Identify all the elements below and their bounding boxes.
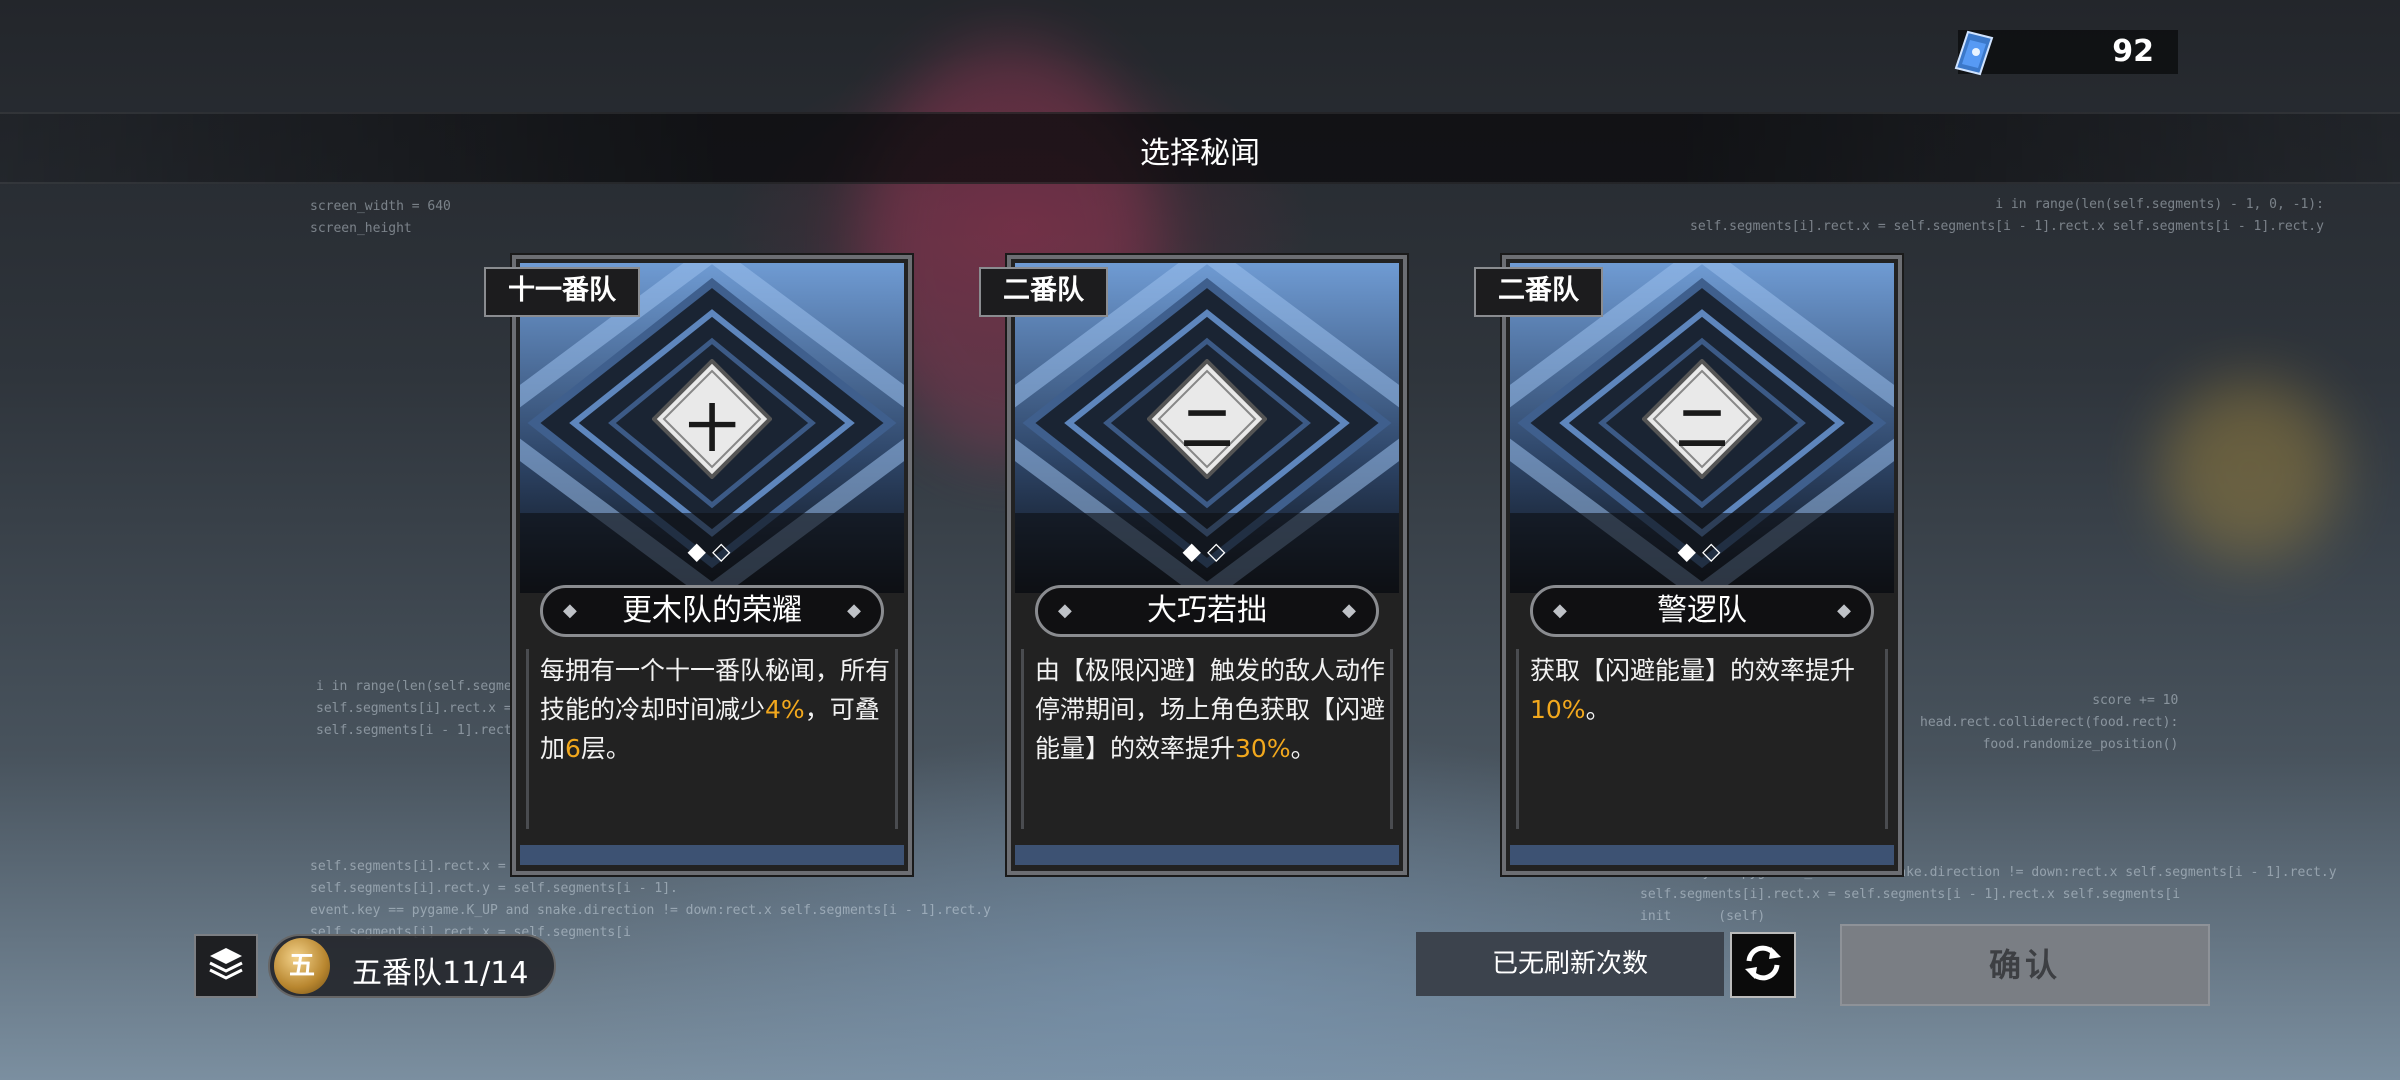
secret-card-1[interactable]: 十 十一番队 ◆◇ ◆ 更木队的荣耀 ◆ 每拥有一个十一番队秘闻，所有技能的冷却… xyxy=(484,255,912,875)
card-pager-dots: ◆◇ xyxy=(1182,537,1232,565)
card-name-text: 大巧若拙 xyxy=(1147,593,1267,628)
card-pager-dots: ◆◇ xyxy=(687,537,737,565)
card-frame-line xyxy=(1516,649,1519,829)
page-title: 选择秘闻 xyxy=(1140,136,1260,171)
diamond-icon: ◆ xyxy=(563,600,577,621)
card-description: 获取【闪避能量】的效率提升10%。 xyxy=(1530,656,1856,724)
card-frame-line xyxy=(1021,649,1024,829)
refresh-icon xyxy=(1741,941,1785,989)
squad-emblem-icon: 十 xyxy=(652,359,772,479)
secret-card-3[interactable]: 二 二番队 ◆◇ ◆ 警逻队 ◆ 获取【闪避能量】的效率提升10%。 xyxy=(1474,255,1902,875)
card-frame-line xyxy=(895,649,898,829)
card-tag: 十一番队 xyxy=(484,267,640,317)
squad-progress-label: 五番队11/14 xyxy=(352,956,529,991)
card-name-text: 更木队的荣耀 xyxy=(622,593,802,628)
background-code-text: screen_width = 640 screen_height xyxy=(310,199,451,236)
squad-badge-icon: 五 xyxy=(274,938,330,994)
layers-icon xyxy=(206,944,246,988)
layers-button[interactable] xyxy=(194,934,258,998)
card-bottom-bar xyxy=(1015,845,1399,865)
card-name: ◆ 警逻队 ◆ xyxy=(1530,585,1874,637)
diamond-icon: ◆ xyxy=(847,600,861,621)
blue-crystal-card-icon xyxy=(1946,24,1998,76)
diamond-icon: ◆ xyxy=(1837,600,1851,621)
refresh-status: 已无刷新次数 xyxy=(1416,932,1724,996)
currency-display[interactable]: 92 xyxy=(1954,30,2178,76)
card-description: 每拥有一个十一番队秘闻，所有技能的冷却时间减少4%，可叠加6层。 xyxy=(540,656,891,763)
card-description: 由【极限闪避】触发的敌人动作停滞期间，场上角色获取【闪避能量】的效率提升30%。 xyxy=(1035,656,1386,763)
diamond-icon: ◆ xyxy=(1342,600,1356,621)
currency-value: 92 xyxy=(2112,34,2154,69)
diamond-icon: ◆ xyxy=(1058,600,1072,621)
squad-emblem-icon: 二 xyxy=(1642,359,1762,479)
background-code-text: i in range(len(self.segments) - 1, 0, -1… xyxy=(1690,197,2324,234)
card-tag: 二番队 xyxy=(1474,267,1603,317)
secret-card-2[interactable]: 二 二番队 ◆◇ ◆ 大巧若拙 ◆ 由【极限闪避】触发的敌人动作停滞期间，场上角… xyxy=(979,255,1407,875)
title-bar: 选择秘闻 xyxy=(0,112,2400,184)
card-name-text: 警逻队 xyxy=(1657,593,1747,628)
squad-progress[interactable]: 五 五番队11/14 xyxy=(268,934,556,998)
card-frame-line xyxy=(1885,649,1888,829)
card-bottom-bar xyxy=(520,845,904,865)
refresh-button[interactable] xyxy=(1730,932,1796,998)
background-code-text: score += 10 head.rect.colliderect(food.r… xyxy=(1920,693,2179,752)
background-glow xyxy=(2160,380,2340,560)
diamond-icon: ◆ xyxy=(1553,600,1567,621)
squad-emblem-icon: 二 xyxy=(1147,359,1267,479)
card-name: ◆ 大巧若拙 ◆ xyxy=(1035,585,1379,637)
card-name: ◆ 更木队的荣耀 ◆ xyxy=(540,585,884,637)
card-frame-line xyxy=(526,649,529,829)
card-bottom-bar xyxy=(1510,845,1894,865)
card-pager-dots: ◆◇ xyxy=(1677,537,1727,565)
card-frame-line xyxy=(1390,649,1393,829)
card-tag: 二番队 xyxy=(979,267,1108,317)
confirm-button[interactable]: 确认 xyxy=(1840,924,2210,1006)
